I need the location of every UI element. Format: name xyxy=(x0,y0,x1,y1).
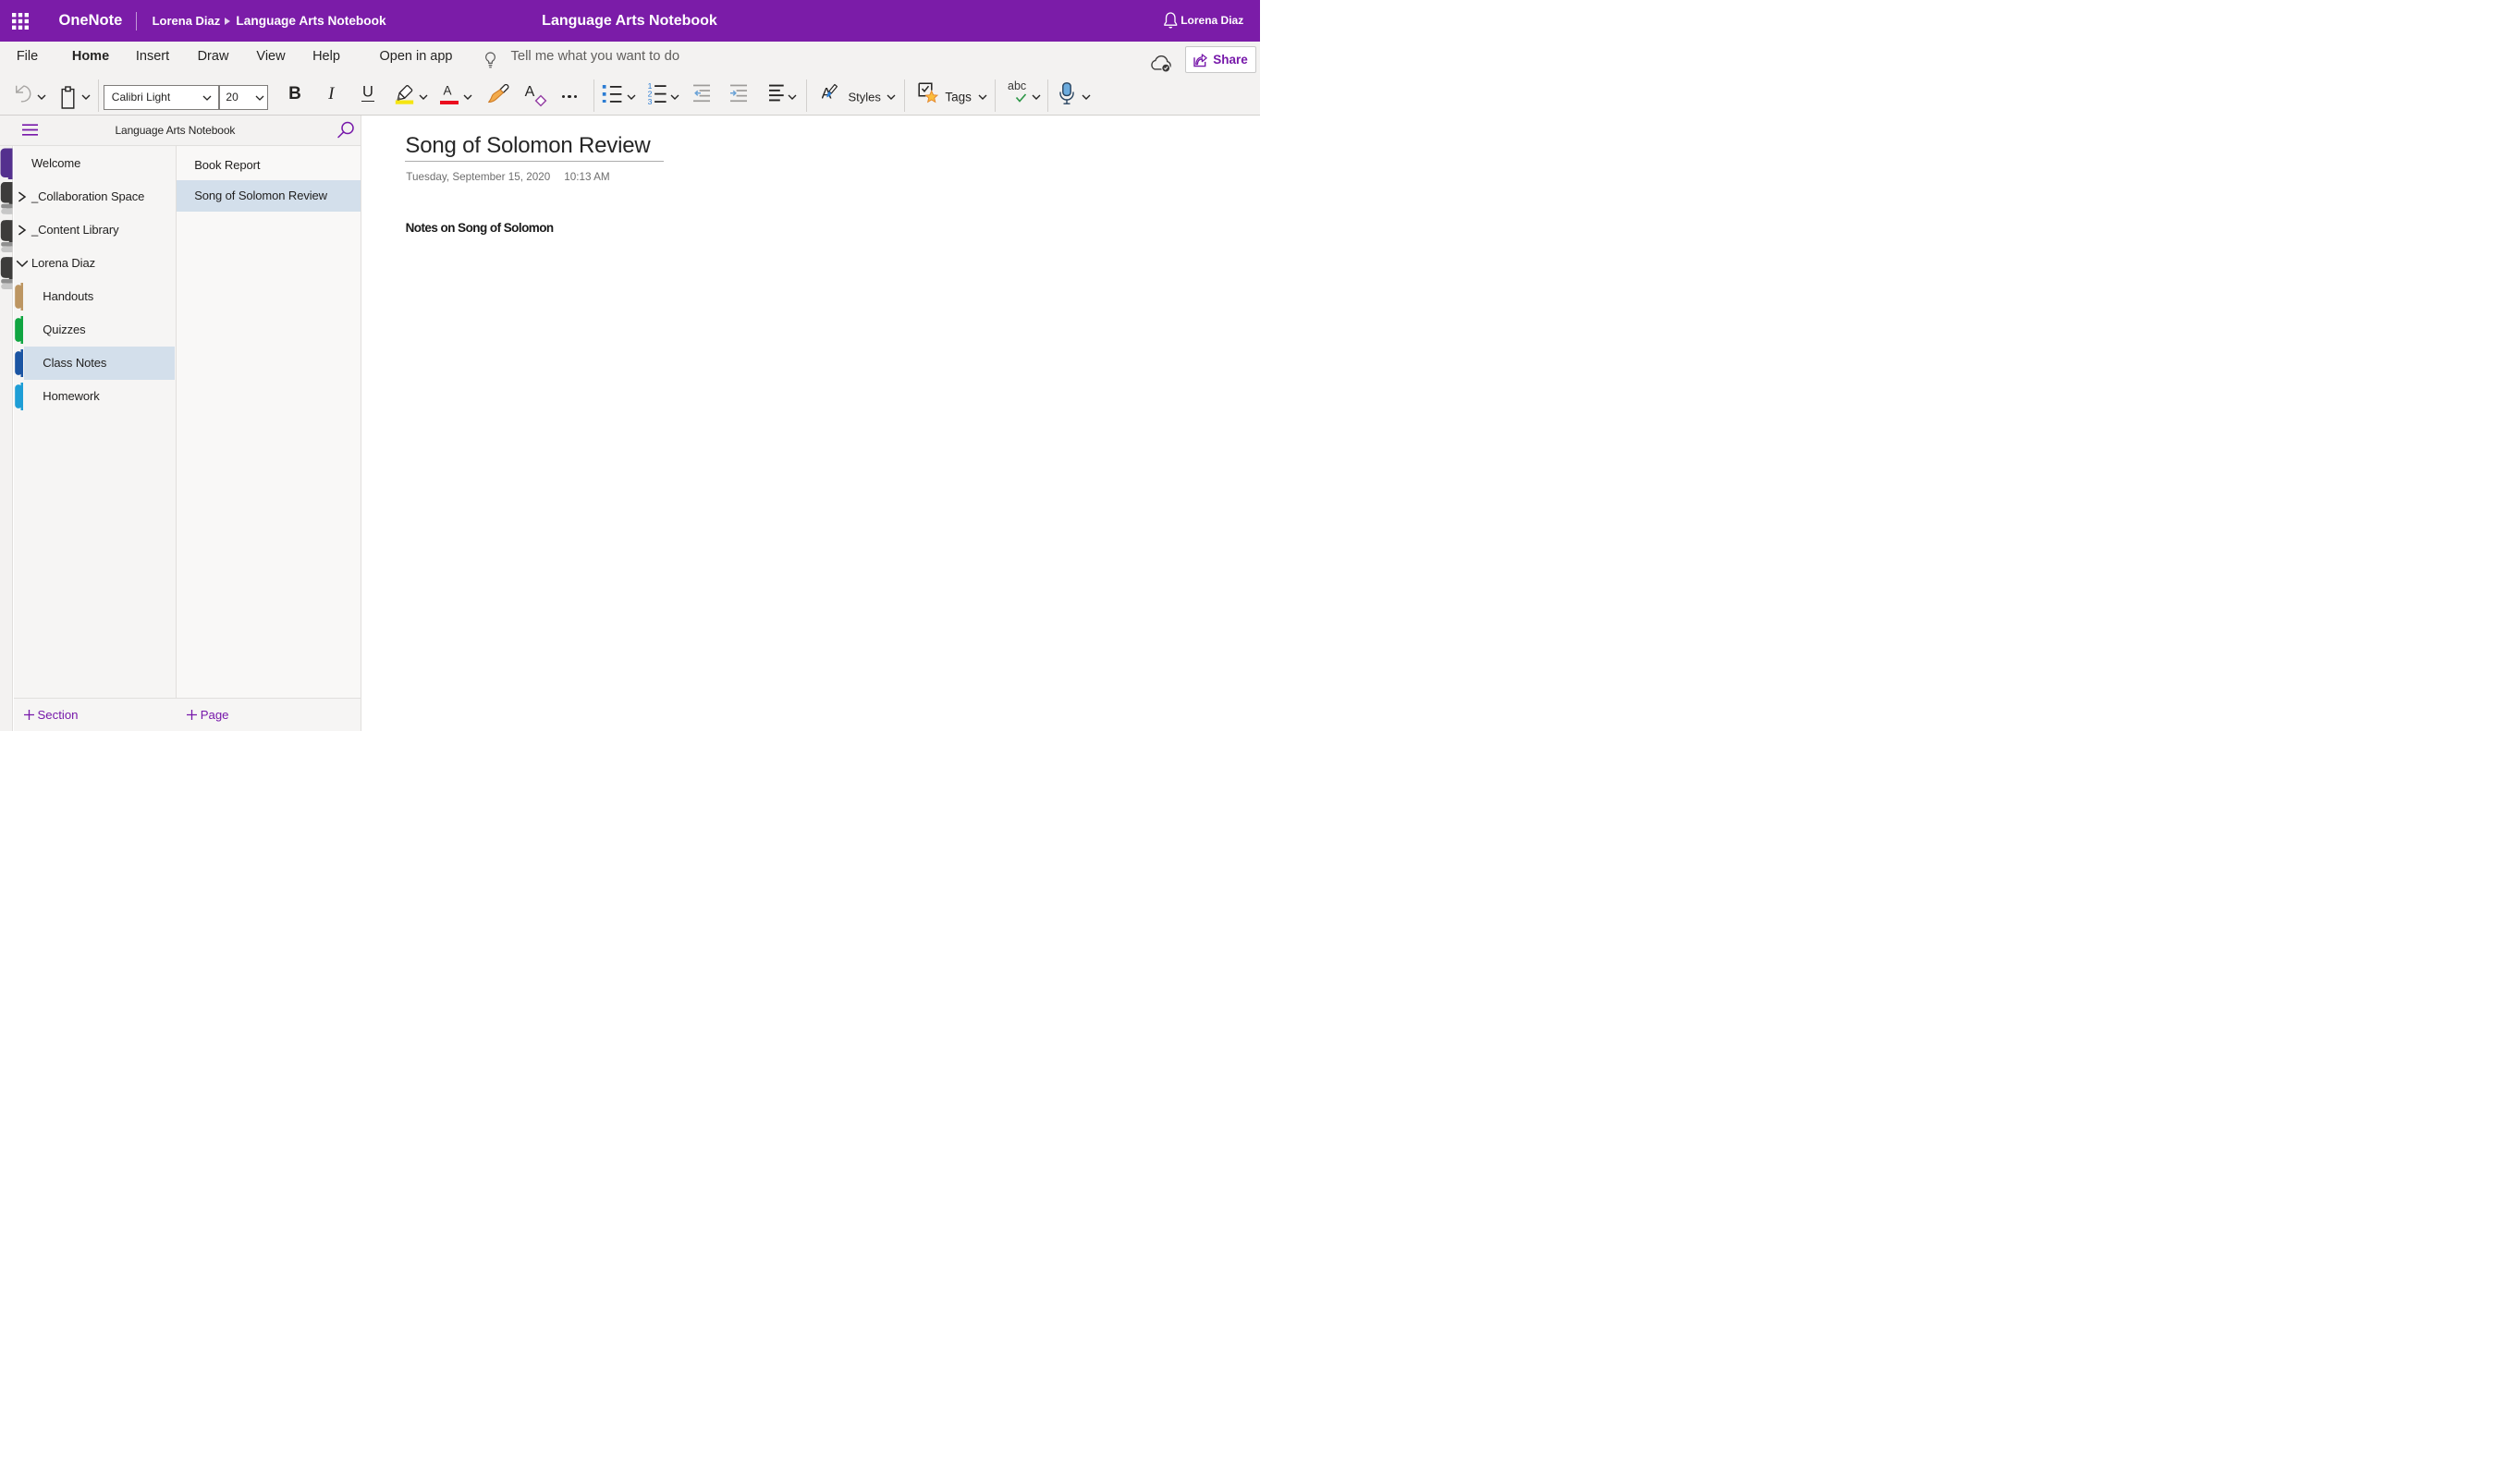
svg-text:3: 3 xyxy=(648,97,653,105)
